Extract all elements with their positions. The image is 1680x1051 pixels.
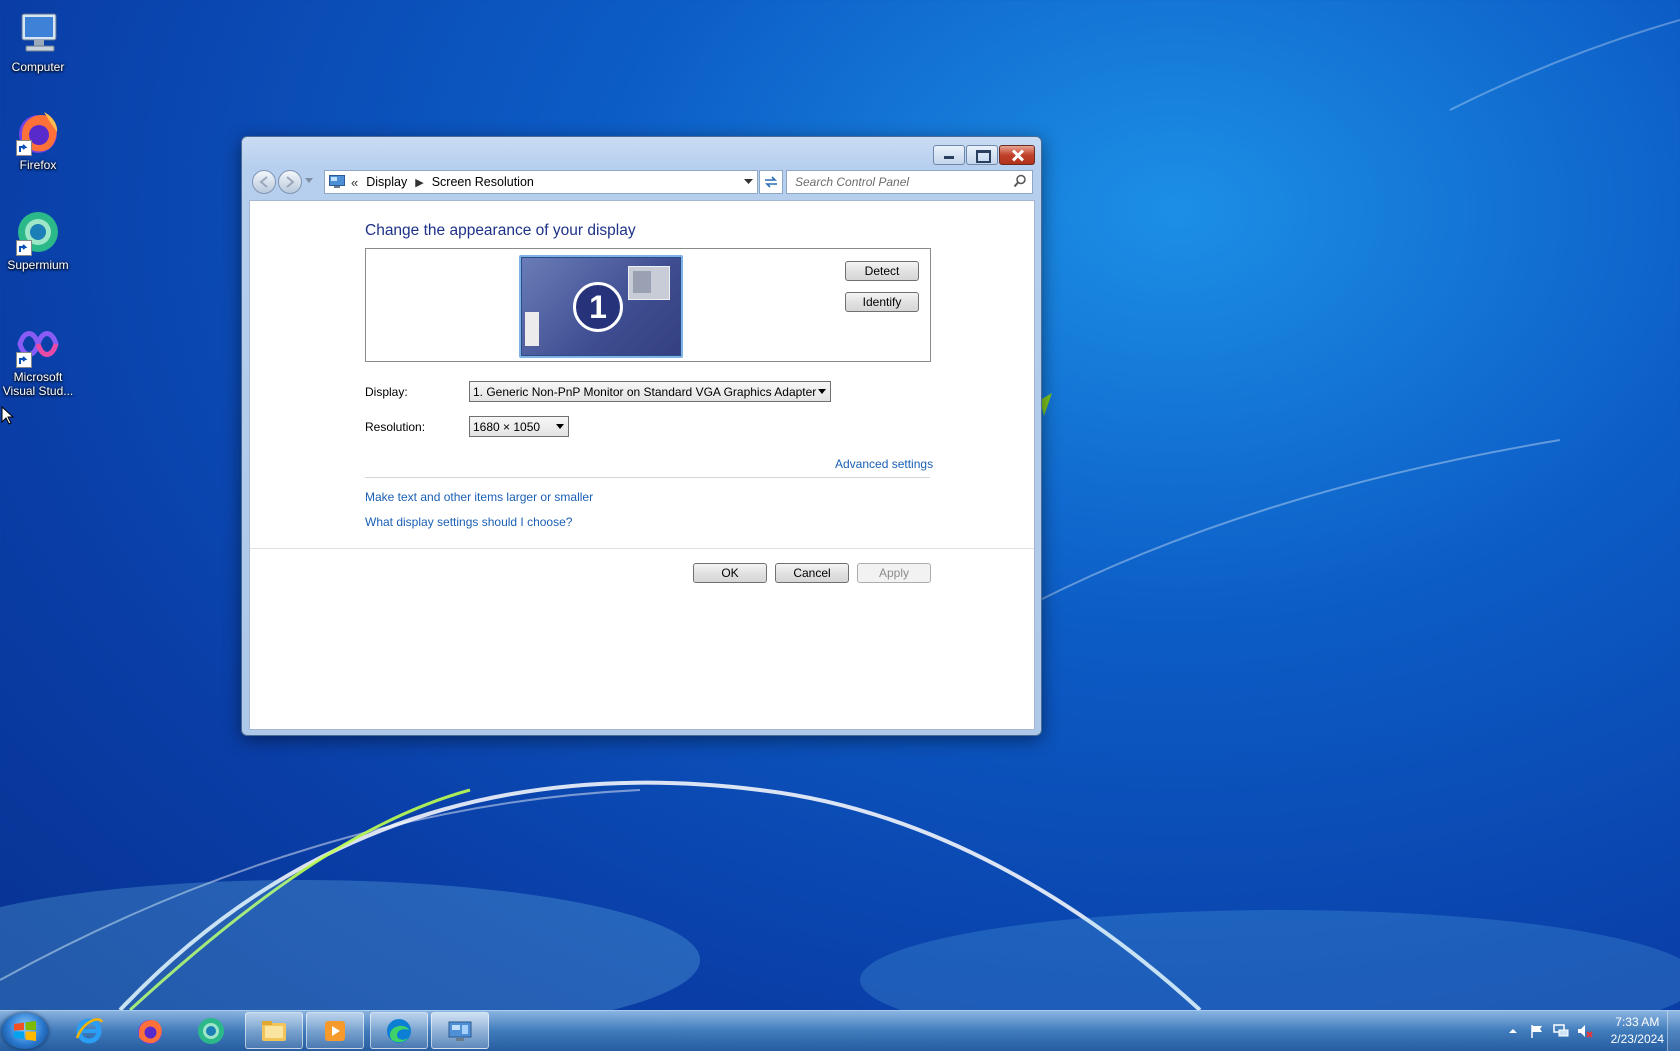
desktop-icon-firefox[interactable]: Firefox: [2, 108, 74, 172]
desktop-icon-computer[interactable]: Computer: [2, 10, 74, 74]
show-desktop-button[interactable]: [1667, 1011, 1680, 1051]
monitor-number: 1: [573, 282, 623, 332]
breadcrumb-display[interactable]: Display: [366, 175, 407, 189]
internet-explorer-icon: [75, 1017, 104, 1043]
identify-button[interactable]: Identify: [845, 292, 919, 312]
monitor-1-preview[interactable]: 1: [519, 255, 683, 358]
chevron-down-icon: [743, 179, 753, 184]
taskbar-supermium[interactable]: [182, 1012, 240, 1049]
back-button[interactable]: [252, 170, 276, 194]
desktop-icon-label: Firefox: [19, 158, 57, 172]
button-row-divider: [250, 548, 1034, 549]
forward-button[interactable]: [278, 170, 302, 194]
clock[interactable]: 7:33 AM 2/23/2024: [1611, 1014, 1664, 1048]
detect-button[interactable]: Detect: [845, 261, 919, 281]
refresh-icon: [765, 176, 777, 188]
address-dropdown-button[interactable]: [739, 171, 757, 193]
taskbar-control-panel[interactable]: [431, 1012, 489, 1049]
control-panel-icon: [329, 175, 345, 188]
mouse-cursor-icon: [1, 406, 15, 425]
resolution-label: Resolution:: [365, 420, 426, 434]
breadcrumb-screen-resolution[interactable]: Screen Resolution: [432, 175, 534, 189]
volume-muted-icon[interactable]: [1576, 1023, 1594, 1039]
show-hidden-icons-icon[interactable]: [1504, 1023, 1522, 1039]
action-center-flag-icon[interactable]: [1528, 1023, 1546, 1039]
refresh-button[interactable]: [759, 170, 783, 194]
arrow-right-icon: [286, 176, 295, 188]
taskbar-firefox[interactable]: [121, 1012, 179, 1049]
taskbar-internet-explorer[interactable]: [60, 1012, 118, 1049]
breadcrumb-overflow[interactable]: «: [351, 175, 358, 190]
search-icon[interactable]: [1013, 174, 1027, 188]
close-button[interactable]: [999, 145, 1035, 165]
screen-resolution-window[interactable]: « Display ▶ Screen Resolution Change the…: [241, 136, 1042, 736]
computer-icon: [14, 10, 62, 58]
taskbar-file-explorer[interactable]: [245, 1012, 303, 1049]
arrow-left-icon: [259, 176, 268, 188]
make-text-larger-link[interactable]: Make text and other items larger or smal…: [365, 490, 593, 504]
apply-button[interactable]: Apply: [857, 563, 931, 583]
visual-studio-icon: [14, 320, 62, 368]
search-input[interactable]: [793, 171, 1007, 193]
firefox-icon: [138, 1019, 162, 1044]
shortcut-arrow-icon: [16, 240, 32, 256]
taskbar: 7:33 AM 2/23/2024: [0, 1010, 1680, 1051]
desktop-icon-label: Supermium: [7, 258, 69, 272]
cancel-button[interactable]: Cancel: [775, 563, 849, 583]
chevron-down-icon: [818, 389, 826, 394]
display-select-value: 1. Generic Non-PnP Monitor on Standard V…: [473, 384, 817, 399]
window-content: Change the appearance of your display 1 …: [249, 200, 1035, 730]
recent-pages-chevron-icon[interactable]: [305, 178, 313, 184]
display-label: Display:: [365, 385, 408, 399]
divider: [365, 477, 930, 478]
firefox-icon: [14, 108, 62, 156]
window-controls: [932, 145, 1035, 165]
desktop-icon-supermium[interactable]: Supermium: [2, 208, 74, 272]
resolution-select-value: 1680 × 1050: [473, 419, 541, 434]
monitor-sidebar-decoration: [525, 312, 539, 346]
monitor-window-decoration: [628, 266, 670, 300]
clock-time: 7:33 AM: [1615, 1015, 1660, 1029]
supermium-icon: [198, 1017, 224, 1044]
ok-button[interactable]: OK: [693, 563, 767, 583]
resolution-select[interactable]: 1680 × 1050: [469, 416, 569, 437]
chevron-down-icon: [556, 424, 564, 429]
desktop-icon-label: Computer: [11, 60, 65, 74]
advanced-settings-link[interactable]: Advanced settings: [835, 457, 933, 471]
search-box[interactable]: [786, 170, 1033, 194]
address-bar[interactable]: « Display ▶ Screen Resolution: [324, 170, 758, 194]
shortcut-arrow-icon: [16, 140, 32, 156]
supermium-icon: [14, 208, 62, 256]
clock-date: 2/23/2024: [1610, 1032, 1664, 1046]
navigation-bar: « Display ▶ Screen Resolution: [250, 169, 1033, 195]
control-panel-icon: [448, 1021, 472, 1041]
page-title: Change the appearance of your display: [365, 222, 636, 239]
network-icon[interactable]: [1552, 1023, 1570, 1039]
display-select[interactable]: 1. Generic Non-PnP Monitor on Standard V…: [469, 381, 831, 402]
breadcrumb-separator-icon[interactable]: ▶: [415, 176, 423, 189]
desktop-icon-visual-studio[interactable]: Microsoft Visual Stud...: [2, 320, 74, 398]
desktop-icon-label: Microsoft Visual Stud...: [2, 370, 74, 398]
taskbar-edge[interactable]: [370, 1012, 428, 1049]
monitor-arrangement-panel: 1 Detect Identify: [365, 248, 931, 362]
start-button[interactable]: [2, 1013, 48, 1049]
windows-logo-icon: [14, 1021, 36, 1041]
file-explorer-icon: [262, 1020, 286, 1041]
taskbar-media-player[interactable]: [306, 1012, 364, 1049]
system-tray: 7:33 AM 2/23/2024: [1501, 1011, 1670, 1051]
edge-icon: [387, 1018, 411, 1043]
minimize-button[interactable]: [933, 145, 965, 165]
maximize-button[interactable]: [966, 145, 998, 165]
shortcut-arrow-icon: [16, 352, 32, 368]
display-settings-help-link[interactable]: What display settings should I choose?: [365, 515, 572, 529]
media-player-icon: [325, 1020, 345, 1041]
